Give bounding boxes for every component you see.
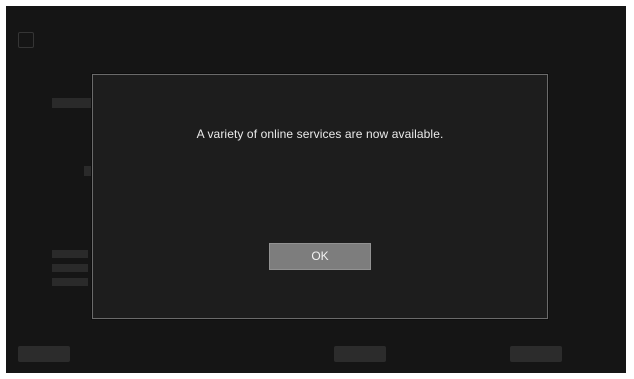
ok-button[interactable]: OK [269, 243, 371, 270]
background-row-marker [52, 250, 88, 258]
notification-dialog: A variety of online services are now ava… [92, 74, 548, 319]
footer-button-left[interactable] [18, 346, 70, 362]
screen: A variety of online services are now ava… [6, 6, 626, 373]
background-row-marker [52, 278, 88, 286]
background-title [18, 32, 42, 49]
online-services-icon [18, 32, 34, 48]
background-row-marker [52, 264, 88, 272]
footer-button-center[interactable] [334, 346, 386, 362]
dialog-message: A variety of online services are now ava… [196, 127, 444, 141]
background-row-marker [52, 98, 92, 108]
footer-button-right[interactable] [510, 346, 562, 362]
